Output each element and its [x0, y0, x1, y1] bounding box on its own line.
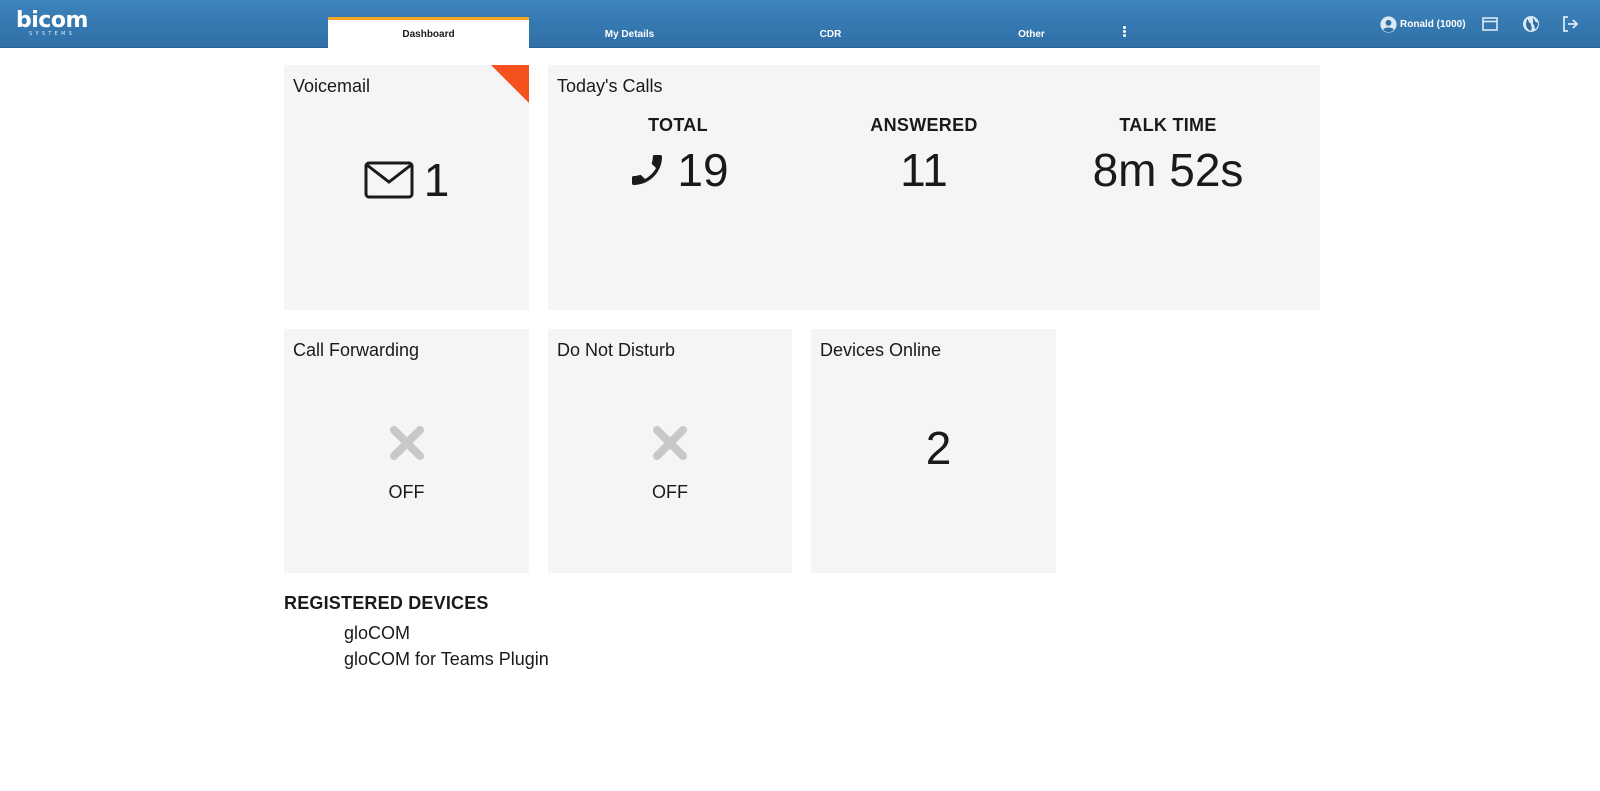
phone-icon — [632, 155, 663, 185]
call-forwarding-status: OFF — [388, 482, 425, 502]
globe-icon[interactable] — [1521, 14, 1541, 34]
vertical-ellipsis-icon[interactable] — [1119, 26, 1129, 38]
tab-dashboard[interactable]: Dashboard — [328, 17, 529, 48]
stat-talk-time-value: 8m 52s — [1092, 144, 1244, 196]
devices-online-title: Devices Online — [820, 340, 942, 360]
stat-talk-time-label: TALK TIME — [1119, 115, 1217, 135]
x-icon — [284, 425, 529, 461]
window-icon[interactable] — [1480, 14, 1500, 34]
stat-total: TOTAL 19 — [578, 115, 778, 196]
do-not-disturb-card[interactable]: Do Not Disturb OFF — [548, 329, 792, 573]
stat-total-value: 19 — [677, 144, 729, 196]
bicom-logo[interactable]: bicom SYSTEMS — [16, 9, 96, 41]
do-not-disturb-title: Do Not Disturb — [557, 340, 676, 360]
voicemail-title: Voicemail — [293, 76, 371, 96]
stat-total-label: TOTAL — [648, 115, 708, 135]
todays-calls-title: Today's Calls — [557, 76, 663, 96]
top-bar: bicom SYSTEMS Dashboard My Details CDR O… — [0, 0, 1600, 48]
voicemail-card[interactable]: Voicemail 1 — [284, 65, 529, 310]
main-tabs: Dashboard My Details CDR Other — [328, 17, 1132, 48]
stat-total-value-group: 19 — [578, 144, 778, 196]
envelope-icon — [364, 161, 414, 199]
user-name: Ronald (1000) — [1400, 18, 1466, 30]
call-forwarding-card[interactable]: Call Forwarding OFF — [284, 329, 529, 573]
list-item: gloCOM for Teams Plugin — [344, 649, 549, 669]
todays-calls-card: Today's Calls TOTAL 19 ANSWERED 11 TALK … — [548, 65, 1320, 310]
stat-talk-time: TALK TIME 8m 52s — [1068, 115, 1268, 196]
list-item: gloCOM — [344, 623, 411, 643]
registered-devices-heading: REGISTERED DEVICES — [284, 593, 489, 613]
new-voicemail-corner-flag — [491, 65, 529, 103]
user-menu[interactable]: Ronald (1000) — [1380, 15, 1466, 33]
devices-online-card[interactable]: Devices Online 2 — [811, 329, 1056, 573]
stat-answered: ANSWERED 11 — [824, 115, 1024, 196]
voicemail-count: 1 — [423, 154, 450, 206]
tab-other[interactable]: Other — [931, 17, 1132, 48]
do-not-disturb-status: OFF — [652, 482, 688, 502]
tab-my-details[interactable]: My Details — [529, 17, 730, 48]
call-forwarding-title: Call Forwarding — [293, 340, 420, 360]
logo-text: bicom — [16, 8, 88, 33]
user-circle-icon — [1380, 15, 1397, 33]
stat-answered-label: ANSWERED — [870, 115, 978, 135]
voicemail-count-group: 1 — [284, 157, 529, 203]
logout-icon[interactable] — [1560, 14, 1580, 34]
x-icon — [548, 425, 792, 461]
tab-cdr[interactable]: CDR — [730, 17, 931, 48]
stat-answered-value: 11 — [900, 144, 948, 196]
registered-devices-list: gloCOM gloCOM for Teams Plugin — [344, 620, 549, 672]
devices-online-count: 2 — [925, 422, 952, 474]
